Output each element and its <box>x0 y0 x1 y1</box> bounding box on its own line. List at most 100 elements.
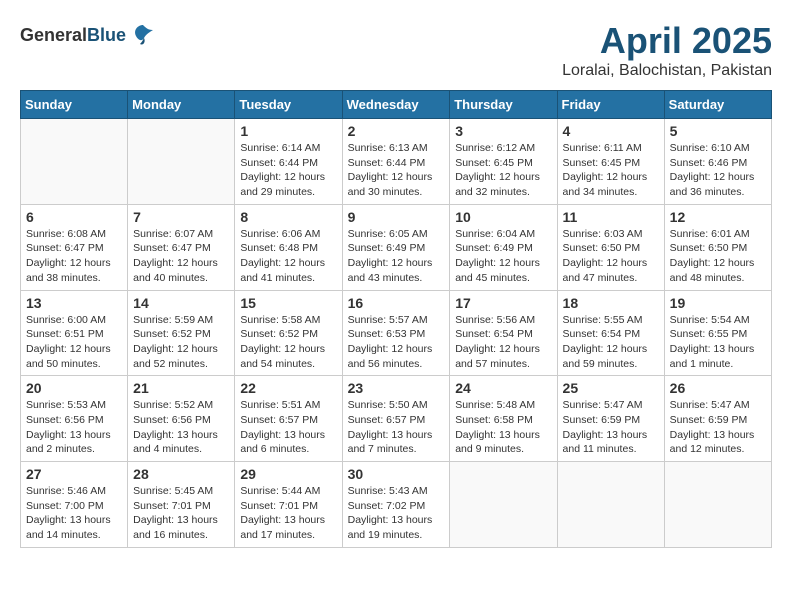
calendar-table: SundayMondayTuesdayWednesdayThursdayFrid… <box>20 90 772 548</box>
calendar-cell: 6 Sunrise: 6:08 AMSunset: 6:47 PMDaylight… <box>21 204 128 290</box>
cell-content: Sunrise: 6:07 AMSunset: 6:47 PMDaylight:… <box>133 227 229 286</box>
weekday-header-wednesday: Wednesday <box>342 91 450 119</box>
calendar-cell: 9 Sunrise: 6:05 AMSunset: 6:49 PMDaylight… <box>342 204 450 290</box>
page-header: GeneralBlue April 2025 Loralai, Balochis… <box>20 20 772 80</box>
day-number: 7 <box>133 209 229 225</box>
cell-content: Sunrise: 5:57 AMSunset: 6:53 PMDaylight:… <box>348 313 445 372</box>
cell-content: Sunrise: 5:44 AMSunset: 7:01 PMDaylight:… <box>240 484 336 543</box>
calendar-cell: 13Sunrise: 6:00 AMSunset: 6:51 PMDayligh… <box>21 290 128 376</box>
cell-content: Sunrise: 6:03 AMSunset: 6:50 PMDaylight:… <box>563 227 659 286</box>
location-title: Loralai, Balochistan, Pakistan <box>562 62 772 80</box>
title-section: April 2025 Loralai, Balochistan, Pakista… <box>562 20 772 80</box>
day-number: 24 <box>455 380 551 396</box>
calendar-cell <box>664 462 771 548</box>
cell-content: Sunrise: 5:47 AMSunset: 6:59 PMDaylight:… <box>563 398 659 457</box>
calendar-cell: 12 Sunrise: 6:01 AMSunset: 6:50 PMDayligh… <box>664 204 771 290</box>
weekday-header-tuesday: Tuesday <box>235 91 342 119</box>
cell-content: Sunrise: 5:46 AMSunset: 7:00 PMDaylight:… <box>26 484 122 543</box>
calendar-cell <box>128 119 235 205</box>
cell-content: Sunrise: 5:43 AMSunset: 7:02 PMDaylight:… <box>348 484 445 543</box>
logo: GeneralBlue <box>20 20 158 50</box>
weekday-header-monday: Monday <box>128 91 235 119</box>
calendar-week-row: 13Sunrise: 6:00 AMSunset: 6:51 PMDayligh… <box>21 290 772 376</box>
day-number: 3 <box>455 123 551 139</box>
cell-content: Sunrise: 5:58 AMSunset: 6:52 PMDaylight:… <box>240 313 336 372</box>
day-number: 22 <box>240 380 336 396</box>
day-number: 9 <box>348 209 445 225</box>
calendar-cell: 4 Sunrise: 6:11 AMSunset: 6:45 PMDaylight… <box>557 119 664 205</box>
cell-content: Sunrise: 6:05 AMSunset: 6:49 PMDaylight:… <box>348 227 445 286</box>
day-number: 10 <box>455 209 551 225</box>
day-number: 21 <box>133 380 229 396</box>
day-number: 19 <box>670 295 766 311</box>
cell-content: Sunrise: 6:13 AMSunset: 6:44 PMDaylight:… <box>348 141 445 200</box>
logo-general-text: General <box>20 25 87 45</box>
month-title: April 2025 <box>562 20 772 62</box>
calendar-cell: 24Sunrise: 5:48 AMSunset: 6:58 PMDayligh… <box>450 376 557 462</box>
calendar-cell: 5Sunrise: 6:10 AMSunset: 6:46 PMDaylight… <box>664 119 771 205</box>
day-number: 30 <box>348 466 445 482</box>
cell-content: Sunrise: 6:11 AMSunset: 6:45 PMDaylight:… <box>563 141 659 200</box>
day-number: 12 <box>670 209 766 225</box>
day-number: 23 <box>348 380 445 396</box>
logo-blue-text: Blue <box>87 25 126 45</box>
day-number: 28 <box>133 466 229 482</box>
weekday-header-friday: Friday <box>557 91 664 119</box>
cell-content: Sunrise: 5:55 AMSunset: 6:54 PMDaylight:… <box>563 313 659 372</box>
calendar-cell: 11Sunrise: 6:03 AMSunset: 6:50 PMDayligh… <box>557 204 664 290</box>
calendar-cell <box>450 462 557 548</box>
calendar-cell: 20 Sunrise: 5:53 AMSunset: 6:56 PMDayligh… <box>21 376 128 462</box>
calendar-cell: 22 Sunrise: 5:51 AMSunset: 6:57 PMDayligh… <box>235 376 342 462</box>
calendar-cell: 25Sunrise: 5:47 AMSunset: 6:59 PMDayligh… <box>557 376 664 462</box>
cell-content: Sunrise: 6:10 AMSunset: 6:46 PMDaylight:… <box>670 141 766 200</box>
calendar-cell: 2 Sunrise: 6:13 AMSunset: 6:44 PMDaylight… <box>342 119 450 205</box>
weekday-header-thursday: Thursday <box>450 91 557 119</box>
calendar-cell: 29Sunrise: 5:44 AMSunset: 7:01 PMDayligh… <box>235 462 342 548</box>
day-number: 18 <box>563 295 659 311</box>
calendar-cell: 30 Sunrise: 5:43 AMSunset: 7:02 PMDayligh… <box>342 462 450 548</box>
day-number: 20 <box>26 380 122 396</box>
day-number: 6 <box>26 209 122 225</box>
cell-content: Sunrise: 6:14 AMSunset: 6:44 PMDaylight:… <box>240 141 336 200</box>
cell-content: Sunrise: 6:12 AMSunset: 6:45 PMDaylight:… <box>455 141 551 200</box>
calendar-week-row: 20 Sunrise: 5:53 AMSunset: 6:56 PMDayligh… <box>21 376 772 462</box>
logo-bird-icon <box>128 20 158 50</box>
calendar-cell: 27Sunrise: 5:46 AMSunset: 7:00 PMDayligh… <box>21 462 128 548</box>
day-number: 16 <box>348 295 445 311</box>
cell-content: Sunrise: 6:01 AMSunset: 6:50 PMDaylight:… <box>670 227 766 286</box>
calendar-cell: 23 Sunrise: 5:50 AMSunset: 6:57 PMDayligh… <box>342 376 450 462</box>
calendar-cell <box>21 119 128 205</box>
calendar-cell: 28 Sunrise: 5:45 AMSunset: 7:01 PMDayligh… <box>128 462 235 548</box>
cell-content: Sunrise: 5:45 AMSunset: 7:01 PMDaylight:… <box>133 484 229 543</box>
calendar-week-row: 1 Sunrise: 6:14 AMSunset: 6:44 PMDaylight… <box>21 119 772 205</box>
calendar-cell: 18 Sunrise: 5:55 AMSunset: 6:54 PMDayligh… <box>557 290 664 376</box>
cell-content: Sunrise: 6:00 AMSunset: 6:51 PMDaylight:… <box>26 313 122 372</box>
cell-content: Sunrise: 5:51 AMSunset: 6:57 PMDaylight:… <box>240 398 336 457</box>
day-number: 2 <box>348 123 445 139</box>
cell-content: Sunrise: 5:54 AMSunset: 6:55 PMDaylight:… <box>670 313 766 372</box>
calendar-cell: 17 Sunrise: 5:56 AMSunset: 6:54 PMDayligh… <box>450 290 557 376</box>
calendar-cell: 3 Sunrise: 6:12 AMSunset: 6:45 PMDaylight… <box>450 119 557 205</box>
cell-content: Sunrise: 5:47 AMSunset: 6:59 PMDaylight:… <box>670 398 766 457</box>
day-number: 17 <box>455 295 551 311</box>
cell-content: Sunrise: 5:56 AMSunset: 6:54 PMDaylight:… <box>455 313 551 372</box>
calendar-week-row: 6 Sunrise: 6:08 AMSunset: 6:47 PMDaylight… <box>21 204 772 290</box>
day-number: 8 <box>240 209 336 225</box>
day-number: 15 <box>240 295 336 311</box>
cell-content: Sunrise: 5:59 AMSunset: 6:52 PMDaylight:… <box>133 313 229 372</box>
weekday-header-row: SundayMondayTuesdayWednesdayThursdayFrid… <box>21 91 772 119</box>
calendar-cell: 14 Sunrise: 5:59 AMSunset: 6:52 PMDayligh… <box>128 290 235 376</box>
day-number: 4 <box>563 123 659 139</box>
cell-content: Sunrise: 6:08 AMSunset: 6:47 PMDaylight:… <box>26 227 122 286</box>
cell-content: Sunrise: 5:52 AMSunset: 6:56 PMDaylight:… <box>133 398 229 457</box>
calendar-cell: 7 Sunrise: 6:07 AMSunset: 6:47 PMDaylight… <box>128 204 235 290</box>
calendar-week-row: 27Sunrise: 5:46 AMSunset: 7:00 PMDayligh… <box>21 462 772 548</box>
calendar-cell: 1 Sunrise: 6:14 AMSunset: 6:44 PMDaylight… <box>235 119 342 205</box>
cell-content: Sunrise: 5:53 AMSunset: 6:56 PMDaylight:… <box>26 398 122 457</box>
cell-content: Sunrise: 5:50 AMSunset: 6:57 PMDaylight:… <box>348 398 445 457</box>
calendar-cell <box>557 462 664 548</box>
cell-content: Sunrise: 6:04 AMSunset: 6:49 PMDaylight:… <box>455 227 551 286</box>
day-number: 14 <box>133 295 229 311</box>
day-number: 1 <box>240 123 336 139</box>
calendar-cell: 10 Sunrise: 6:04 AMSunset: 6:49 PMDayligh… <box>450 204 557 290</box>
